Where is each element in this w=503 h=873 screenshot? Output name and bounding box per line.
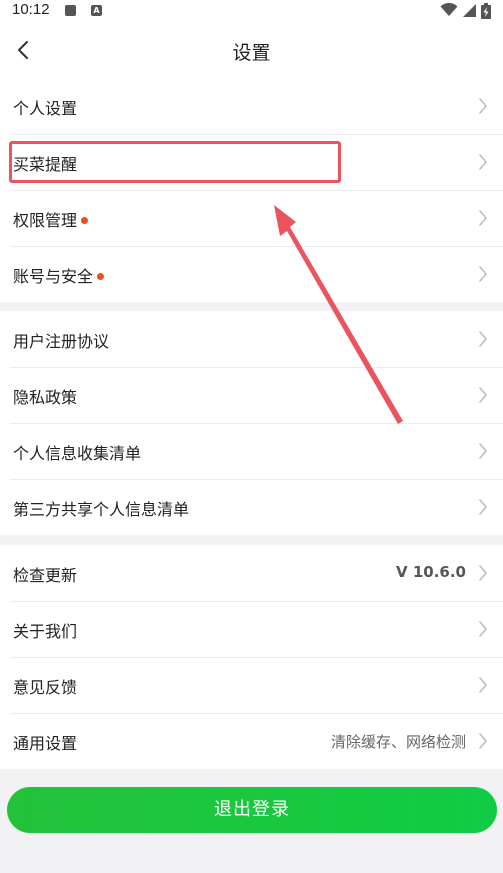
chevron-right-icon bbox=[479, 331, 487, 347]
row-permission-management[interactable]: 权限管理 bbox=[0, 190, 503, 246]
row-user-agreement[interactable]: 用户注册协议 bbox=[0, 311, 503, 367]
chevron-right-icon bbox=[479, 677, 487, 693]
row-label-text: 权限管理 bbox=[13, 211, 78, 230]
notification-a-icon: A bbox=[91, 5, 102, 16]
row-label: 个人设置 bbox=[13, 99, 78, 118]
chevron-right-icon bbox=[479, 443, 487, 459]
row-label: 关于我们 bbox=[13, 622, 78, 641]
chevron-right-icon bbox=[479, 154, 487, 170]
wifi-icon bbox=[440, 3, 458, 16]
row-label: 买菜提醒 bbox=[13, 155, 78, 174]
row-label: 账号与安全 bbox=[13, 263, 105, 287]
row-label: 意见反馈 bbox=[13, 678, 78, 697]
status-bar: 10:12 A bbox=[0, 0, 503, 22]
row-label: 通用设置 bbox=[13, 734, 78, 753]
chevron-right-icon bbox=[479, 733, 487, 749]
row-about-us[interactable]: 关于我们 bbox=[0, 601, 503, 657]
row-label: 个人信息收集清单 bbox=[13, 444, 142, 463]
notification-dot bbox=[97, 273, 105, 280]
row-label: 隐私政策 bbox=[13, 388, 78, 407]
row-label: 第三方共享个人信息清单 bbox=[13, 500, 190, 519]
nav-bar: 设置 bbox=[0, 22, 503, 78]
row-account-security[interactable]: 账号与安全 bbox=[0, 246, 503, 302]
chevron-right-icon bbox=[479, 98, 487, 114]
version-value: V 10.6.0 bbox=[396, 563, 466, 581]
chevron-right-icon bbox=[479, 210, 487, 226]
logout-button[interactable]: 退出登录 bbox=[7, 787, 497, 833]
row-label-text: 账号与安全 bbox=[13, 267, 94, 286]
row-feedback[interactable]: 意见反馈 bbox=[0, 657, 503, 713]
row-privacy-policy[interactable]: 隐私政策 bbox=[0, 367, 503, 423]
settings-group-account: 个人设置 买菜提醒 权限管理 账号与安全 bbox=[0, 78, 503, 302]
chevron-right-icon bbox=[479, 266, 487, 282]
notification-dot bbox=[81, 217, 89, 224]
chevron-right-icon bbox=[479, 387, 487, 403]
battery-charging-icon bbox=[481, 3, 491, 19]
row-grocery-reminder[interactable]: 买菜提醒 bbox=[0, 134, 503, 190]
settings-group-policies: 用户注册协议 隐私政策 个人信息收集清单 第三方共享个人信息清单 bbox=[0, 311, 503, 535]
row-third-party-sharing[interactable]: 第三方共享个人信息清单 bbox=[0, 479, 503, 535]
chevron-right-icon bbox=[479, 565, 487, 581]
page-title: 设置 bbox=[232, 42, 271, 64]
row-personal-info-collection[interactable]: 个人信息收集清单 bbox=[0, 423, 503, 479]
status-time: 10:12 bbox=[12, 1, 50, 18]
cell-signal-icon bbox=[463, 4, 476, 17]
row-label: 检查更新 bbox=[13, 566, 78, 585]
chevron-right-icon bbox=[479, 621, 487, 637]
row-general-settings[interactable]: 通用设置 清除缓存、网络检测 bbox=[0, 713, 503, 769]
general-settings-hint: 清除缓存、网络检测 bbox=[330, 733, 466, 751]
row-check-update[interactable]: 检查更新 V 10.6.0 bbox=[0, 545, 503, 601]
notification-square-icon bbox=[65, 5, 76, 16]
row-personal-settings[interactable]: 个人设置 bbox=[0, 78, 503, 134]
row-label: 权限管理 bbox=[13, 207, 89, 231]
row-label: 用户注册协议 bbox=[13, 332, 110, 351]
chevron-right-icon bbox=[479, 499, 487, 515]
settings-group-app: 检查更新 V 10.6.0 关于我们 意见反馈 通用设置 清除缓存、网络检测 bbox=[0, 545, 503, 769]
